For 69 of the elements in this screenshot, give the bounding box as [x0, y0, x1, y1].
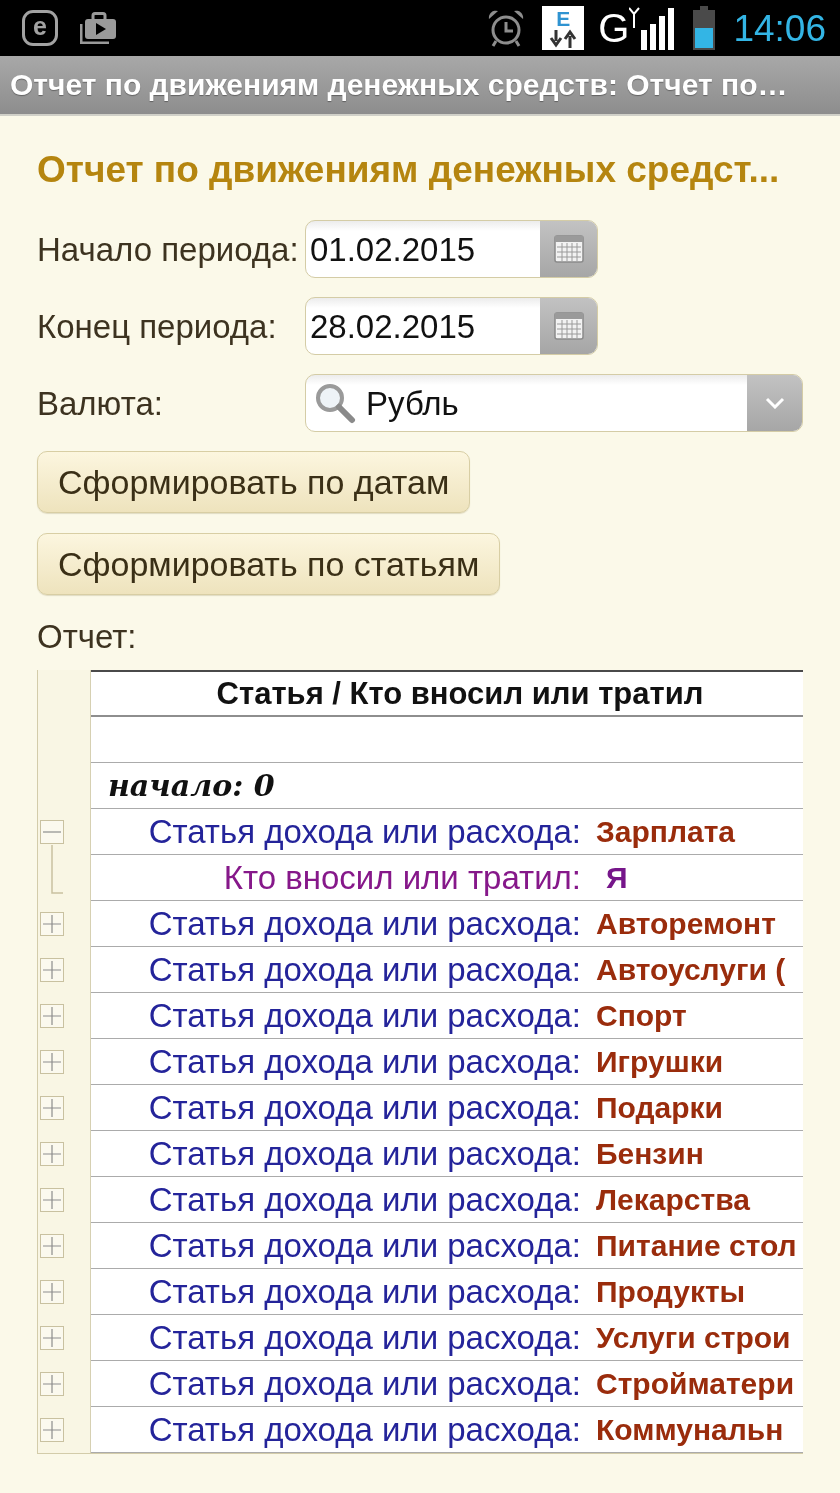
row-value: Питание стол	[596, 1230, 797, 1261]
plus-box-icon[interactable]	[40, 912, 64, 936]
calendar-icon	[553, 312, 584, 340]
row-value: Зарплата	[596, 816, 736, 847]
row-label: Статья дохода или расхода:	[147, 815, 581, 848]
plus-box-icon[interactable]	[40, 958, 64, 982]
row-value: Подарки	[596, 1092, 723, 1123]
plus-box-icon[interactable]	[40, 1372, 64, 1396]
row-label: Статья дохода или расхода:	[147, 1229, 581, 1262]
column-header: Статья / Кто вносил или тратил	[215, 678, 704, 709]
generate-button[interactable]: Сформировать по датам	[37, 451, 471, 513]
calendar-button[interactable]	[540, 298, 597, 354]
data-transfer-icon: E	[542, 6, 585, 50]
row-value: Услуги строи	[596, 1322, 791, 1353]
row-label: Статья дохода или расхода:	[147, 907, 581, 940]
plus-box-icon[interactable]	[40, 1234, 64, 1258]
row-value: Автоуслуги (	[596, 954, 786, 985]
briefcase-play-icon	[80, 12, 116, 44]
plus-box-icon[interactable]	[40, 1326, 64, 1350]
plus-box-icon[interactable]	[40, 1050, 64, 1074]
report-label: Отчет:	[37, 617, 137, 657]
row-label: Статья дохода или расхода:	[147, 1321, 581, 1354]
row-value: Я	[606, 862, 628, 893]
plus-box-icon[interactable]	[40, 1004, 64, 1028]
currency-field[interactable]: Рубль	[305, 374, 803, 432]
chevron-down-icon	[764, 397, 785, 409]
battery-icon	[693, 6, 716, 50]
row-value: Бензин	[596, 1138, 704, 1169]
network-type: G	[598, 8, 630, 48]
window-title: Отчет по движениям денежных средств: Отчет по…	[10, 70, 788, 100]
row-value: Стройматери	[596, 1368, 795, 1399]
search-icon	[314, 382, 356, 424]
row-label: Статья дохода или расхода:	[147, 1091, 581, 1124]
row-value: Спорт	[596, 1000, 687, 1031]
row-value: Игрушки	[596, 1046, 724, 1077]
report-heading: Отчет по движениям денежных средст...	[37, 150, 780, 190]
plus-box-icon[interactable]	[40, 1418, 64, 1442]
plus-box-icon[interactable]	[40, 1142, 64, 1166]
plus-box-icon[interactable]	[40, 1280, 64, 1304]
row-label: Статья дохода или расхода:	[147, 1275, 581, 1308]
tree-line-icon	[51, 845, 63, 897]
dropdown-button[interactable]	[747, 375, 802, 431]
balance-text: начало: 0	[108, 770, 275, 801]
row-label: Статья дохода или расхода:	[147, 1183, 581, 1216]
field-label: Начало периода:	[37, 232, 300, 266]
generate-button[interactable]: Сформировать по статьям	[37, 533, 501, 595]
row-label: Статья дохода или расхода:	[147, 1367, 581, 1400]
letter-badge-icon: e	[22, 10, 58, 46]
row-value: Коммунальн	[596, 1414, 784, 1445]
calendar-icon	[553, 235, 584, 263]
row-label: Статья дохода или расхода:	[147, 1045, 581, 1078]
row-label: Статья дохода или расхода:	[147, 1137, 581, 1170]
row-label: Статья дохода или расхода:	[147, 1413, 581, 1446]
field-label: Валюта:	[37, 386, 164, 420]
clock: 14:06	[733, 9, 826, 47]
minus-box-icon[interactable]	[40, 820, 64, 844]
row-label: Статья дохода или расхода:	[147, 999, 581, 1032]
row-label: Статья дохода или расхода:	[147, 953, 581, 986]
plus-box-icon[interactable]	[40, 1188, 64, 1212]
row-value: Продукты	[596, 1276, 746, 1307]
plus-box-icon[interactable]	[40, 1096, 64, 1120]
date-field[interactable]: 01.02.2015	[305, 220, 598, 278]
row-value: Лекарства	[596, 1184, 750, 1215]
date-field[interactable]: 28.02.2015	[305, 297, 598, 355]
calendar-button[interactable]	[540, 221, 597, 277]
field-label: Конец периода:	[37, 309, 278, 343]
row-label: Кто вносил или тратил:	[222, 861, 581, 894]
signal-bars-icon	[629, 6, 676, 50]
row-value: Авторемонт	[596, 908, 776, 939]
